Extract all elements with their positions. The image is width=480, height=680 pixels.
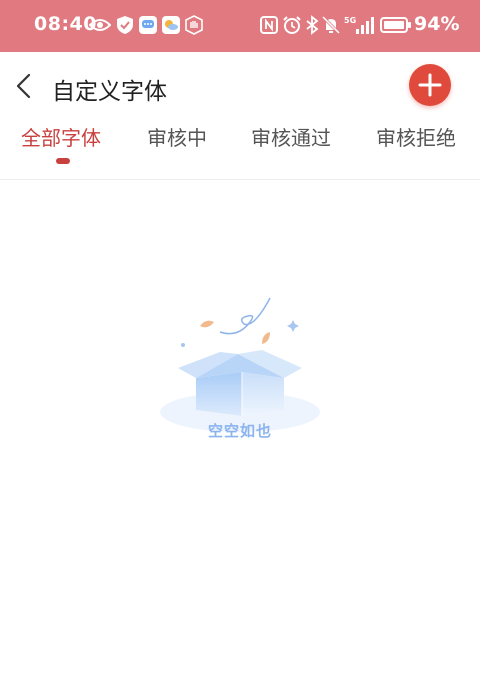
tab-all-fonts[interactable]: 全部字体 bbox=[21, 122, 101, 151]
tab-active-indicator bbox=[56, 158, 70, 164]
status-time: 08:40 bbox=[34, 13, 97, 35]
add-font-button[interactable] bbox=[409, 64, 451, 106]
tab-rejected[interactable]: 审核拒绝 bbox=[376, 122, 456, 151]
tab-approved[interactable]: 审核通过 bbox=[251, 122, 331, 151]
signal-label: 5G bbox=[344, 16, 356, 25]
chevron-left-icon bbox=[16, 73, 31, 99]
empty-state-text: 空空如也 bbox=[207, 422, 272, 440]
mute-icon bbox=[320, 14, 342, 36]
message-icon bbox=[137, 14, 159, 36]
battery-icon bbox=[379, 14, 413, 36]
back-button[interactable] bbox=[10, 68, 40, 104]
hand-icon bbox=[183, 14, 205, 36]
status-bar: 08:40 5G 94% bbox=[0, 0, 480, 52]
header-bar: 自定义字体 bbox=[0, 52, 480, 122]
tab-bar: 全部字体 审核中 审核通过 审核拒绝 bbox=[0, 118, 480, 174]
shield-icon bbox=[114, 14, 136, 36]
tab-under-review[interactable]: 审核中 bbox=[147, 122, 207, 151]
nfc-icon bbox=[258, 14, 280, 36]
battery-percent: 94% bbox=[414, 13, 460, 35]
weather-icon bbox=[160, 14, 182, 36]
eye-icon bbox=[89, 14, 111, 36]
plus-icon bbox=[418, 73, 442, 97]
signal-icon: 5G bbox=[344, 14, 374, 36]
alarm-icon bbox=[281, 14, 303, 36]
divider bbox=[0, 179, 480, 180]
page-title: 自定义字体 bbox=[52, 79, 167, 105]
